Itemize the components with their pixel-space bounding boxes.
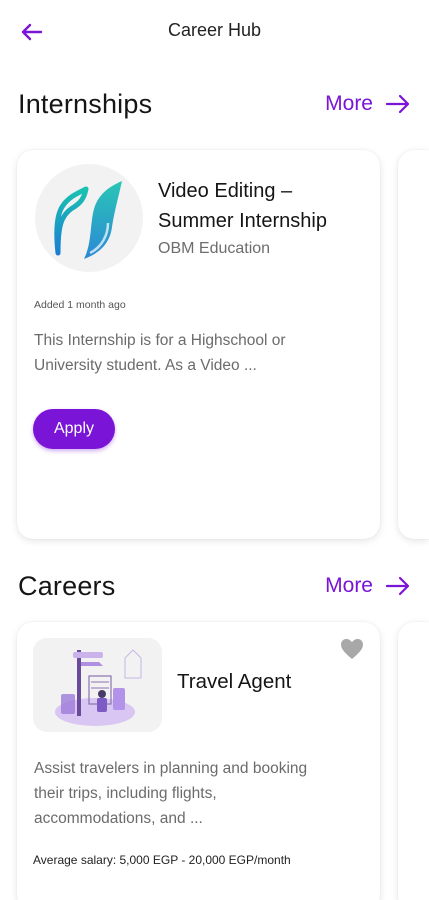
arrow-right-icon [385,94,410,114]
career-title: Travel Agent [177,670,292,693]
posted-date: Added 1 month ago [34,299,126,311]
company-logo [35,164,143,272]
more-label: More [325,574,373,597]
favorite-button[interactable] [340,638,364,662]
careers-section-title: Careers [18,570,116,601]
next-career-card[interactable] [398,622,429,900]
careers-header: Careers More [18,566,411,606]
top-bar: Career Hub [0,0,429,64]
page-title: Career Hub [167,20,262,40]
career-image [33,638,162,732]
internships-more-link[interactable]: More [325,92,411,116]
internship-title: Video Editing – Summer Internship [158,180,327,232]
company-name: OBM Education [158,240,271,257]
internships-section-title: Internships [18,88,153,119]
internships-header: Internships More [18,84,411,124]
more-label: More [325,92,373,115]
arrow-right-icon [385,576,410,596]
career-description: Assist travelers in planning and booking… [34,760,308,827]
careers-more-link[interactable]: More [325,574,411,598]
average-salary: Average salary: 5,000 EGP - 20,000 EGP/m… [33,853,291,867]
travel-illustration-icon [33,638,162,732]
apply-button[interactable]: Apply [33,409,115,449]
next-internship-card[interactable] [398,150,429,539]
internship-card[interactable]: Video Editing – Summer Internship OBM Ed… [17,150,380,539]
career-card[interactable]: Travel Agent Assist travelers in plannin… [17,622,380,900]
heart-icon [341,639,363,659]
obm-education-logo-icon [54,181,122,259]
internship-description: This Internship is for a Highschool or U… [34,332,286,374]
